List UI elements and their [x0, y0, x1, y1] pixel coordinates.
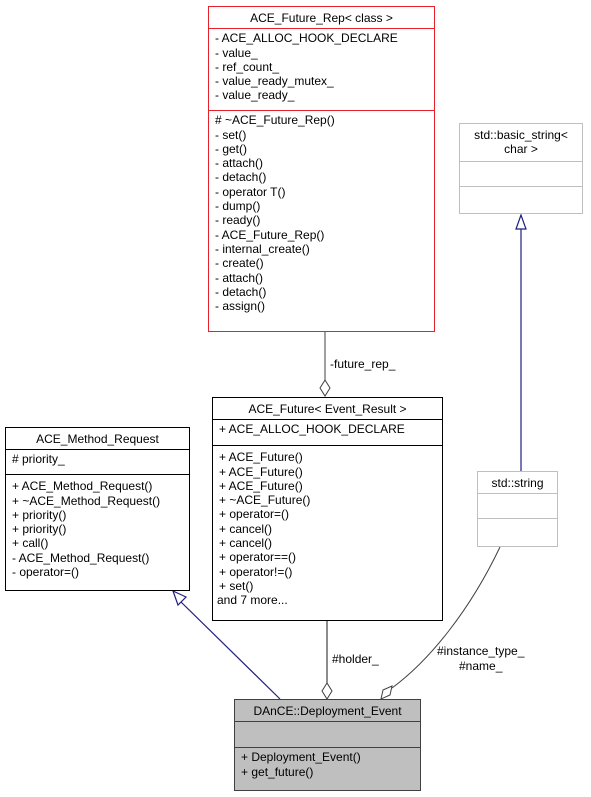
attributes-section: [235, 721, 420, 747]
method: + priority(): [12, 507, 67, 522]
method: + operator=(): [219, 507, 290, 522]
method: - get(): [215, 141, 248, 156]
attributes-section: [478, 493, 557, 518]
class-title: DAnCE::Deployment_Event: [253, 704, 402, 718]
attribute: + ACE_ALLOC_HOOK_DECLARE: [219, 422, 405, 437]
methods-section: + Deployment_Event() + get_future(): [235, 747, 420, 782]
methods-section: [460, 185, 582, 211]
class-ace-future-rep[interactable]: ACE_Future_Rep< class > - ACE_ALLOC_HOOK…: [208, 6, 435, 332]
attribute: # priority_: [12, 452, 65, 467]
method: + set(): [219, 578, 254, 593]
method: - set(): [215, 127, 247, 142]
edge-label-future-rep: -future_rep_: [330, 357, 396, 371]
methods-section: [478, 518, 557, 543]
method: - operator T(): [215, 184, 286, 199]
class-dance-deployment-event[interactable]: DAnCE::Deployment_Event + Deployment_Eve…: [234, 699, 421, 791]
aggregation-diamond-instance-type: [380, 685, 393, 700]
class-title: std::basic_string< char >: [460, 124, 582, 161]
method: + ACE_Method_Request(): [12, 479, 153, 494]
method: + call(): [12, 536, 49, 551]
method: - detach(): [215, 284, 267, 299]
attributes-section: # priority_: [6, 449, 189, 474]
method: + cancel(): [219, 521, 273, 536]
class-ace-method-request[interactable]: ACE_Method_Request # priority_ + ACE_Met…: [5, 427, 190, 591]
class-title: ACE_Future< Event_Result >: [248, 402, 407, 416]
method: - ACE_Method_Request(): [12, 550, 150, 565]
method: - assign(): [215, 299, 266, 314]
method: + ACE_Future(): [219, 478, 303, 493]
class-title-line: char >: [504, 142, 538, 157]
method: - create(): [215, 256, 264, 271]
more-methods-link[interactable]: and 7 more...: [217, 593, 436, 607]
attributes-section: - ACE_ALLOC_HOOK_DECLARE - value_ - ref_…: [209, 28, 434, 110]
aggregation-diamond-holder: [321, 682, 333, 700]
method: + operator==(): [219, 550, 297, 565]
method: - attach(): [215, 270, 264, 285]
edge-label-instance-type: #instance_type_: [437, 644, 525, 658]
inheritance-arrow-basic-string: [515, 213, 527, 230]
method: + ~ACE_Method_Request(): [12, 493, 161, 508]
class-title: ACE_Future_Rep< class >: [250, 11, 393, 25]
method: - ready(): [215, 213, 261, 228]
class-title: std::string: [491, 476, 544, 490]
method: + ACE_Future(): [219, 464, 303, 479]
inheritance-arrow-method-request: [171, 589, 188, 607]
method: + operator!=(): [219, 564, 293, 579]
edge-label-name: #name_: [459, 659, 503, 673]
attribute: - value_ready_: [215, 88, 295, 103]
method: - detach(): [215, 170, 267, 185]
method: - internal_create(): [215, 241, 310, 256]
class-title: ACE_Method_Request: [36, 432, 159, 446]
attribute: - ACE_ALLOC_HOOK_DECLARE: [215, 31, 398, 46]
class-std-basic-string[interactable]: std::basic_string< char >: [459, 123, 583, 214]
method: + Deployment_Event(): [241, 750, 361, 765]
method: + get_future(): [241, 764, 314, 779]
attribute: - ref_count_: [215, 59, 280, 74]
attribute: - value_ready_mutex_: [215, 74, 334, 89]
method: + priority(): [12, 522, 67, 537]
method: - attach(): [215, 156, 264, 171]
method: + cancel(): [219, 536, 273, 551]
methods-section: # ~ACE_Future_Rep() - set() - get() - at…: [209, 110, 434, 316]
method: - operator=(): [12, 565, 80, 580]
class-ace-future[interactable]: ACE_Future< Event_Result > + ACE_ALLOC_H…: [212, 397, 443, 621]
methods-section: + ACE_Method_Request() + ~ACE_Method_Req…: [6, 474, 189, 582]
methods-section: + ACE_Future() + ACE_Future() + ACE_Futu…: [213, 445, 442, 610]
method: + ~ACE_Future(): [219, 493, 311, 508]
aggregation-diamond-future-rep: [319, 379, 331, 397]
attribute: - value_: [215, 45, 258, 60]
attributes-section: [460, 160, 582, 186]
method: - ACE_Future_Rep(): [215, 227, 325, 242]
method: + ACE_Future(): [219, 450, 303, 465]
class-title-line: std::basic_string<: [474, 128, 568, 142]
method: - dump(): [215, 199, 261, 214]
edge-label-holder: #holder_: [332, 652, 379, 666]
method: # ~ACE_Future_Rep(): [215, 113, 335, 128]
class-std-string[interactable]: std::string: [477, 471, 558, 547]
attributes-section: + ACE_ALLOC_HOOK_DECLARE: [213, 419, 442, 445]
